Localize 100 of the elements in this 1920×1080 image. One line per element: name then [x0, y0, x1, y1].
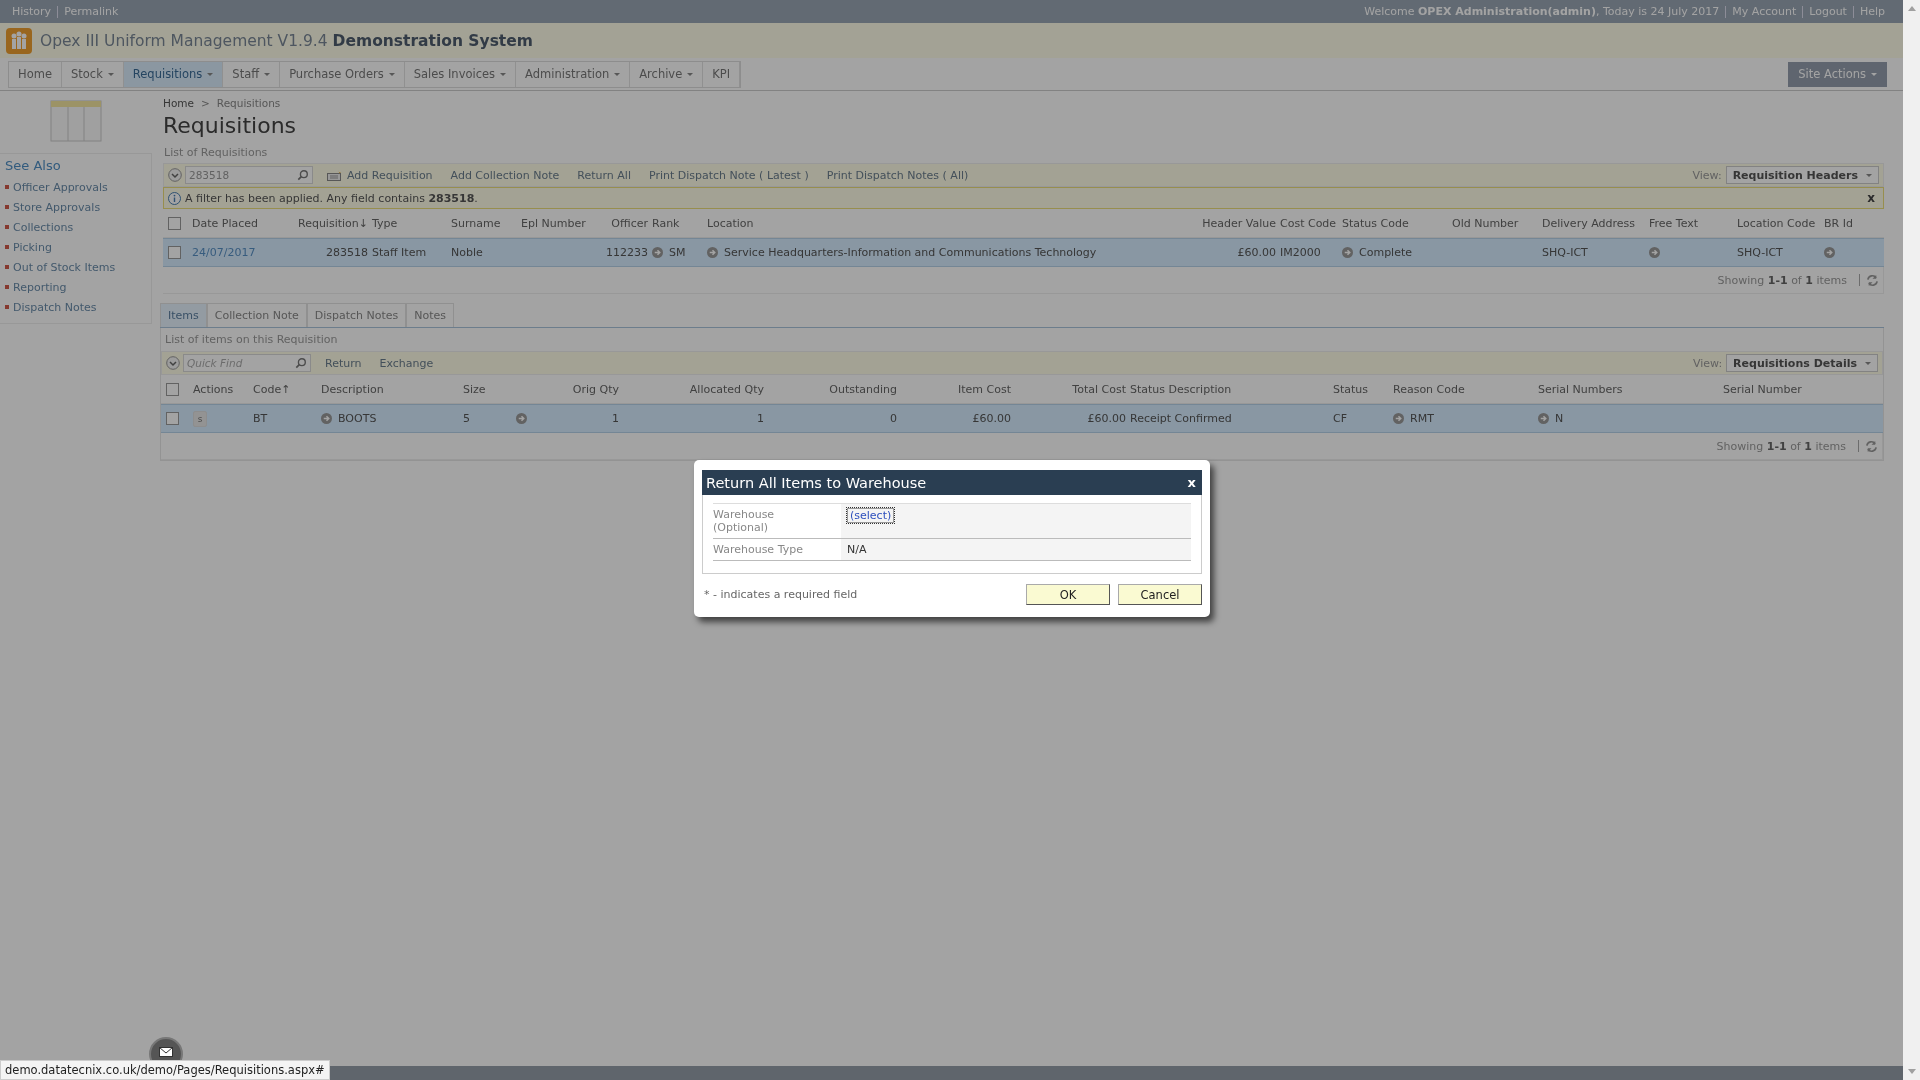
top-link[interactable]: History [12, 5, 58, 18]
arrow-circle-icon[interactable] [1342, 247, 1353, 258]
table-cell: 0 [890, 412, 897, 425]
column-header[interactable]: BR Id [1822, 216, 1884, 230]
close-button[interactable]: x [1867, 191, 1875, 205]
column-header[interactable]: Description [319, 382, 461, 396]
toolbar-link[interactable]: Add Requisition [347, 168, 433, 182]
view-dropdown[interactable]: Requisitions Details [1726, 354, 1878, 372]
nav-menu-item[interactable]: KPI [703, 61, 741, 87]
column-header[interactable]: Delivery Address [1540, 216, 1647, 230]
column-header[interactable]: Free Text [1647, 216, 1735, 230]
close-button[interactable]: x [1187, 475, 1196, 490]
sidebar-link[interactable]: Reporting [13, 280, 67, 294]
top-link[interactable]: Permalink [57, 5, 125, 18]
chevron-down-icon[interactable] [168, 168, 182, 182]
tab[interactable]: Dispatch Notes [306, 303, 407, 327]
column-header[interactable]: Rank [650, 216, 705, 230]
nav-menu-item[interactable]: Sales Invoices [404, 61, 517, 87]
column-header[interactable]: Status [1331, 382, 1391, 396]
toolbar-link[interactable]: Add Collection Note [450, 168, 560, 182]
column-header[interactable]: Location [705, 216, 1195, 230]
column-header[interactable]: Epl Number [519, 216, 600, 230]
toolbar-link[interactable]: Return [325, 356, 362, 370]
column-header[interactable]: Total Cost [1013, 382, 1128, 396]
column-header[interactable]: Item Cost [899, 382, 1013, 396]
top-link[interactable]: Logout [1802, 5, 1853, 18]
date-link[interactable]: 24/07/2017 [192, 246, 256, 259]
column-header[interactable]: Old Number [1450, 216, 1540, 230]
nav-menu-item[interactable]: Staff [223, 61, 281, 87]
arrow-circle-icon[interactable] [1538, 413, 1549, 424]
arrow-circle-icon[interactable] [1649, 247, 1660, 258]
refresh-icon[interactable] [1865, 439, 1878, 453]
table-cell: RMT [1410, 412, 1434, 425]
top-link[interactable]: My Account [1725, 5, 1803, 18]
arrow-circle-icon[interactable] [652, 247, 663, 258]
site-actions-button[interactable]: Site Actions [1788, 61, 1887, 87]
nav-menu-item[interactable]: Home [9, 61, 62, 87]
nav-menu-item[interactable]: Administration [516, 61, 631, 87]
arrow-circle-icon[interactable] [1393, 413, 1404, 424]
toolbar-link[interactable]: Exchange [379, 356, 434, 370]
refresh-icon[interactable] [1866, 273, 1879, 287]
nav-menu-item[interactable]: Stock [61, 61, 124, 87]
column-header[interactable]: Allocated Qty [621, 382, 766, 396]
column-header[interactable]: Status Code [1340, 216, 1450, 230]
column-header[interactable]: Header Value [1195, 216, 1278, 230]
row-checkbox[interactable] [168, 246, 181, 259]
tab[interactable]: Notes [406, 303, 455, 327]
toolbar-link[interactable]: Print Dispatch Note ( Latest ) [648, 168, 809, 182]
row-checkbox[interactable] [166, 412, 179, 425]
column-header[interactable]: Status Description [1128, 382, 1331, 396]
search-field[interactable]: 283518 [185, 166, 313, 184]
table-row[interactable]: s BT BOOTS 5 1 1 0 £60.00 £60.00 Receipt Confirmed CF RMT N [161, 404, 1883, 433]
column-header[interactable]: Location Code [1735, 216, 1822, 230]
scroll-up-icon[interactable] [1907, 6, 1916, 11]
column-header[interactable]: Surname [449, 216, 519, 230]
column-header[interactable]: Outstanding [766, 382, 899, 396]
sidebar-link[interactable]: Out of Stock Items [13, 260, 116, 274]
column-header[interactable]: Actions [191, 382, 251, 396]
dialog-button[interactable]: OK [1026, 584, 1110, 605]
breadcrumb-link[interactable]: Home [163, 97, 194, 109]
nav-menu-item[interactable]: Requisitions [123, 61, 224, 87]
column-header[interactable]: Serial Number [1721, 382, 1885, 396]
column-header[interactable]: Code↑ [251, 382, 319, 396]
toolbar-link[interactable]: Return All [577, 168, 631, 182]
chevron-down-icon[interactable] [166, 356, 180, 370]
action-button[interactable]: s [193, 410, 207, 427]
arrow-circle-icon[interactable] [707, 247, 718, 258]
column-header[interactable]: Size [461, 382, 526, 396]
top-link[interactable]: Help [1852, 5, 1891, 18]
nav-menu-item[interactable]: Purchase Orders [280, 61, 405, 87]
sidebar-link[interactable]: Store Approvals [13, 200, 101, 214]
table-cell: SHQ-ICT [1542, 246, 1588, 259]
select-link[interactable]: (select) [847, 508, 895, 523]
view-dropdown[interactable]: Requisition Headers [1725, 166, 1879, 184]
search-icon[interactable] [295, 357, 307, 369]
select-all-checkbox[interactable] [168, 216, 181, 230]
arrow-circle-icon[interactable] [1824, 247, 1835, 258]
toolbar-link[interactable]: Print Dispatch Notes ( All) [826, 168, 969, 182]
search-icon[interactable] [297, 169, 309, 181]
sidebar-link[interactable]: Dispatch Notes [13, 300, 97, 314]
column-header[interactable]: Orig Qty [526, 382, 621, 396]
arrow-circle-icon[interactable] [516, 413, 527, 424]
arrow-circle-icon[interactable] [321, 413, 332, 424]
column-header[interactable]: Requisition↓ [280, 216, 370, 230]
tab[interactable]: Items [160, 303, 207, 327]
column-header[interactable]: Cost Code [1278, 216, 1340, 230]
sidebar-link[interactable]: Officer Approvals [13, 180, 108, 194]
dialog-button[interactable]: Cancel [1118, 584, 1202, 605]
scroll-down-icon[interactable] [1907, 1069, 1916, 1074]
column-header[interactable]: Serial Numbers [1536, 382, 1721, 396]
sidebar-link[interactable]: Collections [13, 220, 74, 234]
tab[interactable]: Collection Note [206, 303, 307, 327]
nav-menu-item[interactable]: Archive [630, 61, 704, 87]
column-header[interactable]: Type [370, 216, 449, 230]
sidebar-link[interactable]: Picking [13, 240, 52, 254]
column-header[interactable]: Reason Code [1391, 382, 1536, 396]
column-header[interactable]: Date Placed [190, 216, 280, 230]
select-all-checkbox[interactable] [166, 382, 179, 396]
column-header[interactable]: Officer [600, 216, 650, 230]
table-row[interactable]: 24/07/2017 283518 Staff Item Noble 112233 SM Service Headquarters-Information and Communications Technology £60.00 IM2000 Complete SHQ-ICT SHQ-ICT [163, 238, 1884, 267]
